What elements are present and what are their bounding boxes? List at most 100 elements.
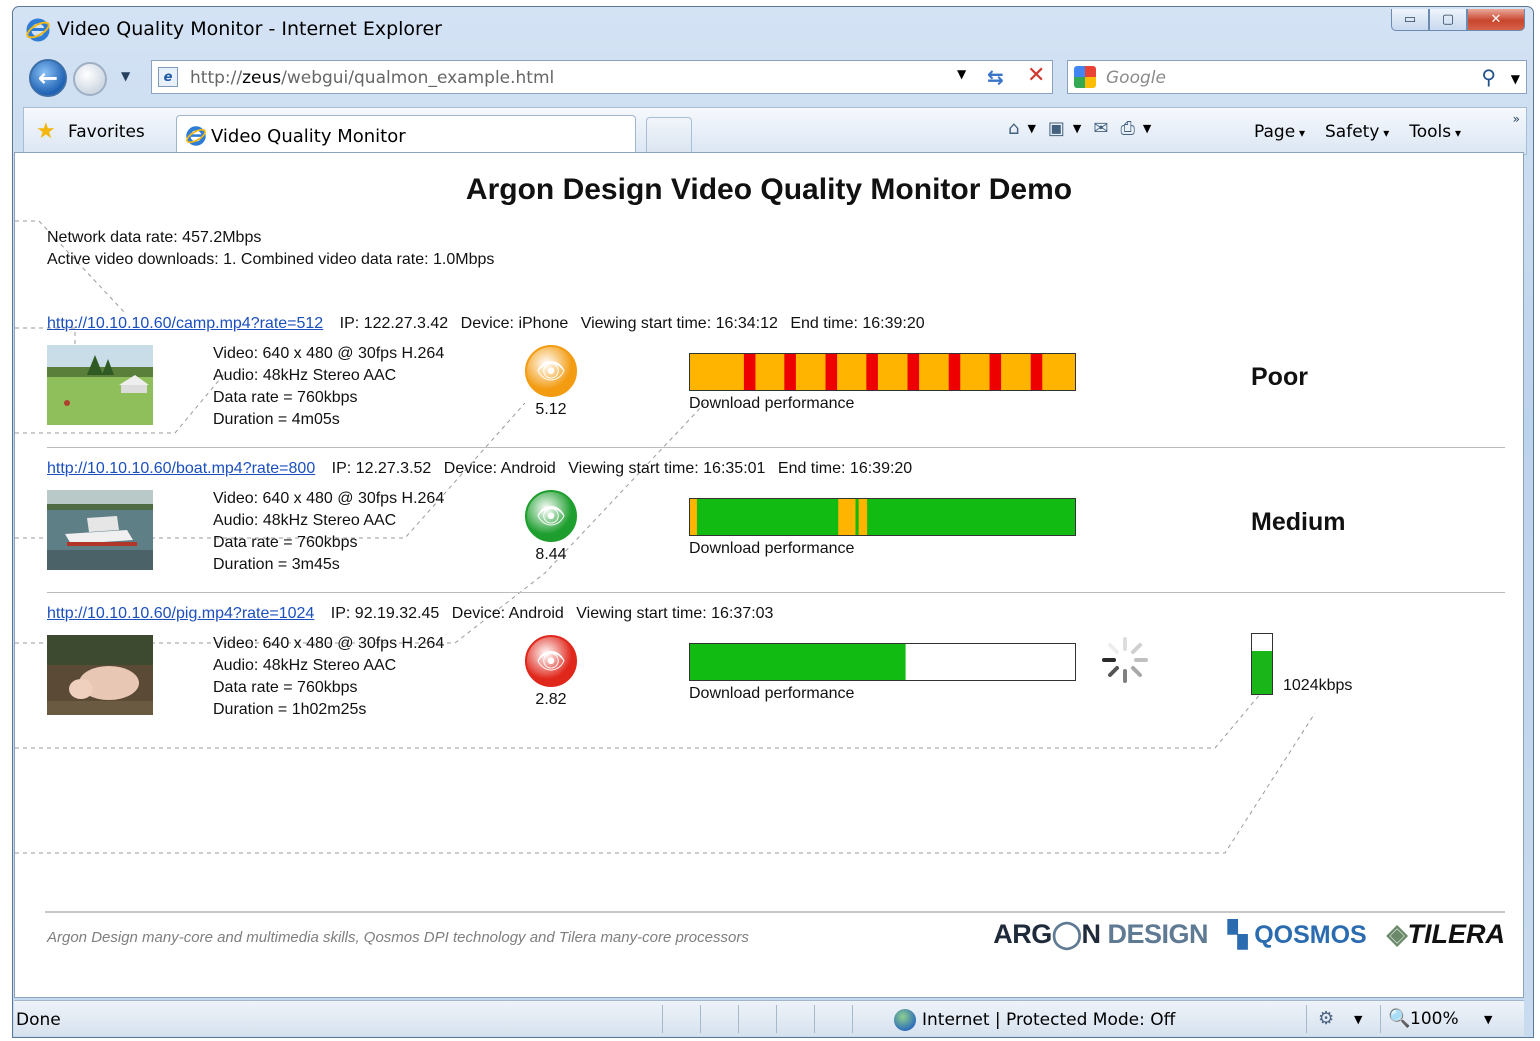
quality-rating: Poor bbox=[1251, 363, 1308, 391]
stream-device: Device: iPhone bbox=[460, 315, 569, 332]
home-icon[interactable]: ⌂ bbox=[1008, 118, 1019, 139]
argon-logo-part: N bbox=[1081, 919, 1101, 949]
argon-design-logo: ARG◯N DESIGN bbox=[993, 919, 1208, 950]
address-dropdown-icon[interactable]: ▼ bbox=[957, 67, 966, 81]
video-specs: Video: 640 x 480 @ 30fps H.264 Audio: 48… bbox=[213, 343, 444, 431]
partner-logos: ARG◯N DESIGN ▚ QOSMOS ◈TILERA bbox=[993, 919, 1505, 950]
stream-end-time: End time: 16:39:20 bbox=[777, 460, 913, 477]
maximize-button[interactable]: ▢ bbox=[1429, 9, 1467, 31]
stream-ip: IP: 12.27.3.52 bbox=[331, 460, 432, 477]
stream-url-link[interactable]: http://10.10.10.60/pig.mp4?rate=1024 bbox=[47, 605, 314, 622]
performance-stall-segment bbox=[907, 354, 920, 390]
download-performance-label: Download performance bbox=[689, 395, 855, 412]
stream-url-link[interactable]: http://10.10.10.60/boat.mp4?rate=800 bbox=[47, 460, 315, 477]
forward-button[interactable] bbox=[73, 62, 107, 96]
quality-rating: Medium bbox=[1251, 508, 1346, 536]
qosmos-logo-text: QOSMOS bbox=[1254, 920, 1367, 949]
performance-stall-segment bbox=[1030, 354, 1043, 390]
download-performance-bar bbox=[689, 643, 1076, 681]
tab-video-quality-monitor[interactable]: Video Quality Monitor bbox=[176, 115, 636, 155]
audio-format: Audio: 48kHz Stereo AAC bbox=[213, 367, 397, 384]
quality-eye-icon: 👁 bbox=[525, 635, 577, 687]
qosmos-logo: ▚ QOSMOS bbox=[1228, 920, 1367, 950]
page-menu[interactable]: Page bbox=[1254, 122, 1305, 142]
address-bar[interactable]: e http://zeus/webgui/qualmon_example.htm… bbox=[151, 60, 1053, 94]
minimize-button[interactable]: ▭ bbox=[1391, 9, 1429, 31]
performance-stall-segment bbox=[989, 354, 1002, 390]
duration: Duration = 3m45s bbox=[213, 556, 340, 573]
duration: Duration = 1h02m25s bbox=[213, 701, 367, 718]
favorites-button[interactable]: Favorites bbox=[68, 122, 145, 142]
quality-eye-icon: 👁 bbox=[525, 345, 577, 397]
stream-device: Device: Android bbox=[443, 460, 556, 477]
new-tab-button[interactable] bbox=[646, 117, 692, 153]
quality-score: 5.12 bbox=[535, 401, 567, 418]
mail-icon[interactable]: ✉ bbox=[1093, 118, 1108, 139]
performance-stall-segment bbox=[866, 354, 878, 390]
performance-stall-segment bbox=[743, 354, 756, 390]
feeds-icon[interactable]: ▣ bbox=[1048, 118, 1065, 139]
stream-url-link[interactable]: http://10.10.10.60/camp.mp4?rate=512 bbox=[47, 315, 323, 332]
footer-divider bbox=[45, 911, 1505, 913]
ie-tab-icon bbox=[186, 126, 206, 146]
zoom-dropdown-icon[interactable]: ▼ bbox=[1484, 1013, 1492, 1026]
performance-segment bbox=[858, 499, 868, 535]
print-dropdown-icon[interactable]: ▼ bbox=[1143, 122, 1151, 135]
back-button[interactable]: ← bbox=[29, 59, 67, 97]
close-button[interactable]: ✕ bbox=[1467, 9, 1525, 31]
argon-logo-o: ◯ bbox=[1051, 919, 1082, 949]
zoom-icon[interactable]: 🔍 bbox=[1388, 1008, 1410, 1029]
data-rate: Data rate = 760kbps bbox=[213, 679, 358, 696]
zoom-level[interactable]: 100% bbox=[1410, 1009, 1459, 1029]
search-placeholder[interactable]: Google bbox=[1106, 68, 1166, 88]
stop-button[interactable]: ✕ bbox=[1027, 63, 1045, 88]
video-format: Video: 640 x 480 @ 30fps H.264 bbox=[213, 490, 445, 507]
history-dropdown-icon[interactable]: ▼ bbox=[121, 69, 130, 83]
video-specs: Video: 640 x 480 @ 30fps H.264 Audio: 48… bbox=[213, 633, 444, 721]
home-dropdown-icon[interactable]: ▼ bbox=[1027, 122, 1035, 135]
security-zone[interactable]: Internet | Protected Mode: Off bbox=[922, 1010, 1175, 1030]
internet-zone-icon[interactable] bbox=[894, 1009, 916, 1031]
search-dropdown-icon[interactable]: ▼ bbox=[1511, 72, 1520, 86]
download-performance-bar bbox=[689, 498, 1076, 536]
stream-start-time: Viewing start time: 16:35:01 bbox=[568, 460, 766, 477]
stream-device: Device: Android bbox=[451, 605, 564, 622]
tools-menu[interactable]: Tools bbox=[1409, 122, 1461, 142]
more-commands-icon[interactable]: » bbox=[1513, 112, 1520, 126]
duration: Duration = 4m05s bbox=[213, 411, 340, 428]
stream-ip: IP: 92.19.32.45 bbox=[330, 605, 440, 622]
print-icon[interactable]: ⎙ bbox=[1120, 118, 1134, 139]
download-performance-bar bbox=[689, 353, 1076, 391]
download-performance-label: Download performance bbox=[689, 540, 855, 557]
page-icon: e bbox=[158, 67, 178, 87]
search-box[interactable]: Google ⚲ ▼ bbox=[1067, 60, 1527, 94]
safety-menu[interactable]: Safety bbox=[1325, 122, 1389, 142]
stream-start-time: Viewing start time: 16:37:03 bbox=[576, 605, 774, 622]
data-rate: Data rate = 760kbps bbox=[213, 389, 358, 406]
video-thumbnail-camp bbox=[47, 345, 153, 425]
address-url[interactable]: http://zeus/webgui/qualmon_example.html bbox=[190, 68, 554, 88]
status-divider bbox=[738, 1005, 739, 1033]
tilera-logo: ◈TILERA bbox=[1387, 919, 1505, 950]
data-rate-meter-label: 1024kbps bbox=[1283, 677, 1353, 694]
url-path: /webgui/qualmon_example.html bbox=[281, 68, 555, 88]
row-divider bbox=[47, 447, 1505, 448]
navigation-bar: ← ▼ e http://zeus/webgui/qualmon_example… bbox=[13, 55, 1533, 99]
download-performance-label: Download performance bbox=[689, 685, 855, 702]
refresh-button[interactable]: ⇆ bbox=[987, 65, 1004, 89]
url-prefix: http:// bbox=[190, 68, 243, 88]
argon-logo-design: DESIGN bbox=[1107, 919, 1209, 949]
loading-spinner-icon bbox=[1102, 637, 1148, 683]
status-divider bbox=[776, 1005, 777, 1033]
search-icon[interactable]: ⚲ bbox=[1481, 65, 1496, 89]
status-divider bbox=[852, 1005, 853, 1033]
stream-header: http://10.10.10.60/boat.mp4?rate=800 IP:… bbox=[47, 460, 920, 478]
protected-mode-icon[interactable]: ⚙ bbox=[1318, 1008, 1334, 1029]
stream-header: http://10.10.10.60/pig.mp4?rate=1024 IP:… bbox=[47, 605, 781, 623]
protected-mode-dropdown-icon[interactable]: ▼ bbox=[1354, 1013, 1362, 1026]
favorites-star-icon[interactable]: ★ bbox=[36, 119, 56, 144]
feeds-dropdown-icon[interactable]: ▼ bbox=[1073, 122, 1081, 135]
tab-label: Video Quality Monitor bbox=[211, 126, 406, 147]
row-divider bbox=[47, 592, 1505, 593]
data-rate: Data rate = 760kbps bbox=[213, 534, 358, 551]
